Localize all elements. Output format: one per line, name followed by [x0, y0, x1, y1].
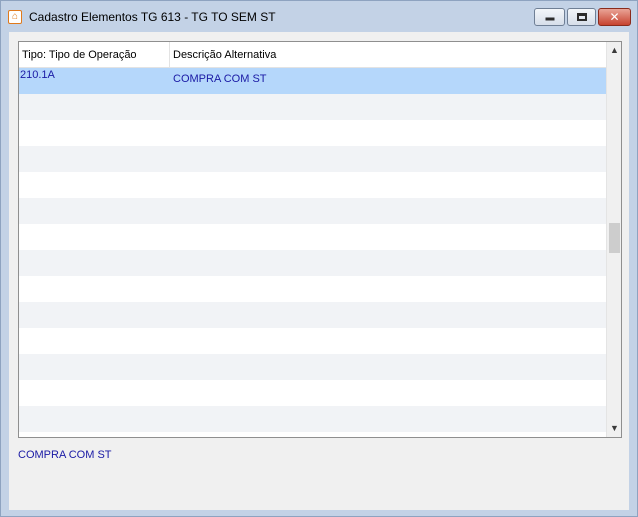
empty-row[interactable] [19, 354, 606, 380]
operations-grid[interactable]: Tipo: Tipo de Operação Descrição Alterna… [18, 41, 622, 438]
cell-descricao: COMPRA COM ST [173, 73, 267, 85]
empty-row[interactable] [19, 120, 606, 146]
empty-row[interactable] [19, 432, 606, 437]
grid-rows: 210.1A COMPRA COM ST [19, 68, 606, 437]
client-area: Tipo: Tipo de Operação Descrição Alterna… [9, 32, 629, 510]
grid-header: Tipo: Tipo de Operação Descrição Alterna… [19, 42, 606, 68]
column-header-tipo[interactable]: Tipo: Tipo de Operação [22, 49, 137, 61]
empty-row[interactable] [19, 94, 606, 120]
title-bar[interactable]: ⌂ Cadastro Elementos TG 613 - TG TO SEM … [1, 1, 637, 32]
empty-row[interactable] [19, 250, 606, 276]
window-title: Cadastro Elementos TG 613 - TG TO SEM ST [29, 10, 276, 24]
empty-row[interactable] [19, 276, 606, 302]
empty-row[interactable] [19, 328, 606, 354]
empty-row[interactable] [19, 172, 606, 198]
chevron-down-icon[interactable]: ▼ [607, 420, 621, 437]
scrollbar-thumb[interactable] [609, 223, 620, 253]
column-separator[interactable] [169, 42, 170, 68]
chevron-up-icon[interactable]: ▲ [607, 42, 621, 59]
close-button[interactable]: ✕ [598, 8, 631, 26]
minimize-icon [545, 17, 554, 21]
empty-row[interactable] [19, 302, 606, 328]
empty-row[interactable] [19, 198, 606, 224]
minimize-button[interactable] [534, 8, 565, 26]
app-logo-icon[interactable]: ⌂ [8, 10, 22, 24]
vertical-scrollbar[interactable]: ▲ ▼ [606, 42, 621, 437]
column-header-descricao[interactable]: Descrição Alternativa [173, 49, 276, 61]
maximize-button[interactable] [567, 8, 596, 26]
table-row[interactable]: 210.1A COMPRA COM ST [19, 68, 606, 94]
empty-row[interactable] [19, 406, 606, 432]
empty-row[interactable] [19, 224, 606, 250]
maximize-icon [576, 13, 587, 21]
app-window: ⌂ Cadastro Elementos TG 613 - TG TO SEM … [0, 0, 638, 517]
cell-tipo: 210.1A [20, 69, 55, 81]
empty-row[interactable] [19, 380, 606, 406]
detail-description: COMPRA COM ST [18, 449, 112, 461]
close-icon: ✕ [609, 10, 620, 24]
empty-row[interactable] [19, 146, 606, 172]
